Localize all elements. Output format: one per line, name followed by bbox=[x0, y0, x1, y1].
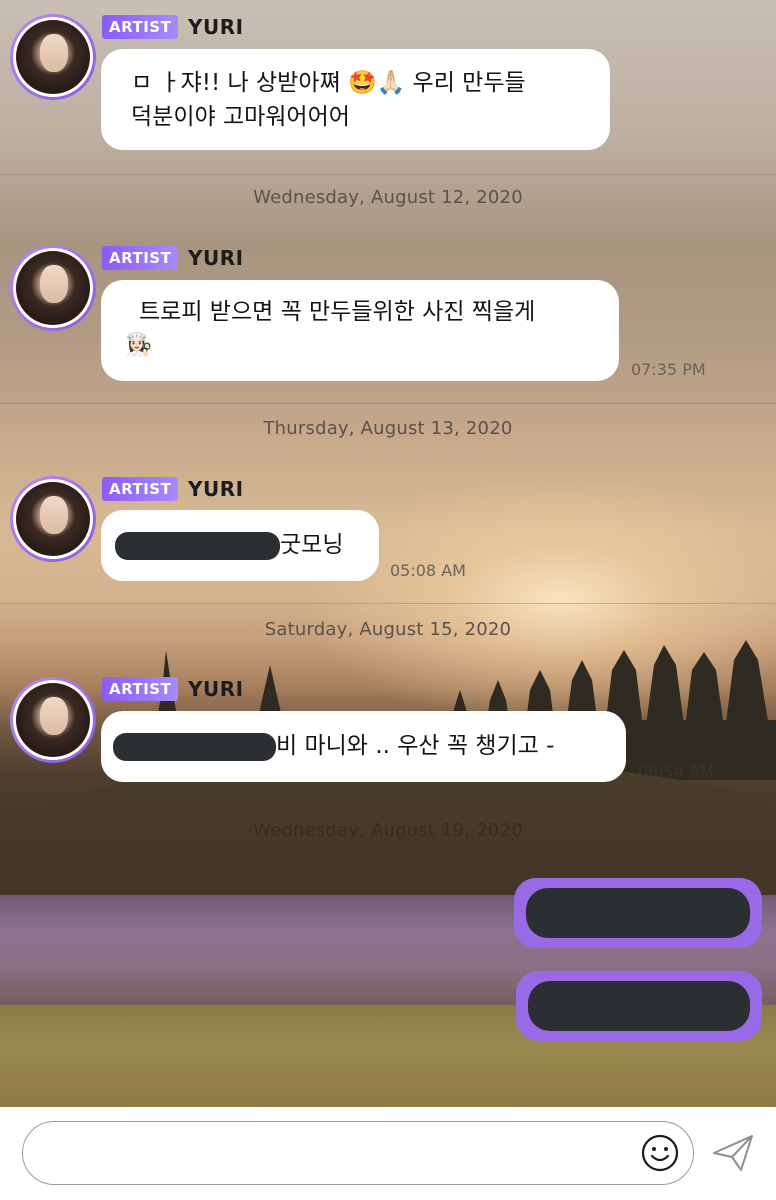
redacted-text bbox=[115, 531, 280, 560]
message-text-line: 트로피 받으면 꼭 만두들위한 사진 찍을게 bbox=[139, 299, 536, 325]
message-bubble[interactable]: ㅁ ㅏ쟈!! 나 상받아쪄 🤩🙏🏻 우리 만두들 덕분이야 고마워어어어 bbox=[101, 49, 610, 150]
author-name: YURI bbox=[188, 15, 244, 39]
message-text: 굿모닝 bbox=[280, 532, 344, 558]
message-text-line: 덕분이야 고마워어어어 bbox=[131, 104, 350, 130]
message-text: 비 마니와 .. 우산 꼭 챙기고 - bbox=[276, 733, 555, 759]
date-separator: Saturday, August 15, 2020 bbox=[264, 619, 512, 640]
avatar[interactable] bbox=[10, 677, 96, 763]
divider bbox=[0, 174, 776, 175]
message-bubble[interactable]: 비 마니와 .. 우산 꼭 챙기고 - bbox=[101, 711, 626, 782]
message-time: 05:08 AM bbox=[390, 561, 466, 580]
sent-message-bubble[interactable] bbox=[516, 971, 762, 1041]
message-bubble[interactable]: 트로피 받으면 꼭 만두들위한 사진 찍을게 👩🏻‍🍳 bbox=[101, 280, 619, 381]
redacted-text bbox=[528, 981, 750, 1031]
date-separator: Wednesday, August 19, 2020 bbox=[253, 820, 523, 841]
divider bbox=[0, 603, 776, 604]
artist-badge: ARTIST bbox=[102, 677, 179, 701]
author-name: YURI bbox=[188, 477, 244, 501]
redacted-text bbox=[526, 888, 750, 938]
message-time: 06:54 AM bbox=[638, 762, 714, 781]
author-name: YURI bbox=[188, 246, 244, 270]
message-text-line: ㅁ ㅏ쟈!! 나 상받아쪄 🤩🙏🏻 우리 만두들 bbox=[131, 70, 526, 96]
send-icon[interactable] bbox=[711, 1133, 755, 1173]
avatar[interactable] bbox=[10, 476, 96, 562]
message-bubble[interactable]: 굿모닝 bbox=[101, 510, 379, 581]
date-separator: Wednesday, August 12, 2020 bbox=[253, 187, 523, 208]
divider bbox=[0, 403, 776, 404]
smiley-icon[interactable] bbox=[641, 1134, 679, 1172]
artist-badge: ARTIST bbox=[102, 246, 179, 270]
message-input[interactable] bbox=[22, 1121, 694, 1185]
chef-emoji: 👩🏻‍🍳 bbox=[125, 333, 153, 358]
avatar[interactable] bbox=[10, 14, 96, 100]
artist-badge: ARTIST bbox=[102, 15, 179, 39]
message-time: 07:35 PM bbox=[631, 360, 706, 379]
date-separator: Thursday, August 13, 2020 bbox=[263, 418, 513, 439]
avatar[interactable] bbox=[10, 245, 96, 331]
artist-badge: ARTIST bbox=[102, 477, 179, 501]
sent-message-bubble[interactable] bbox=[514, 878, 762, 948]
author-name: YURI bbox=[188, 677, 244, 701]
redacted-text bbox=[113, 732, 276, 761]
